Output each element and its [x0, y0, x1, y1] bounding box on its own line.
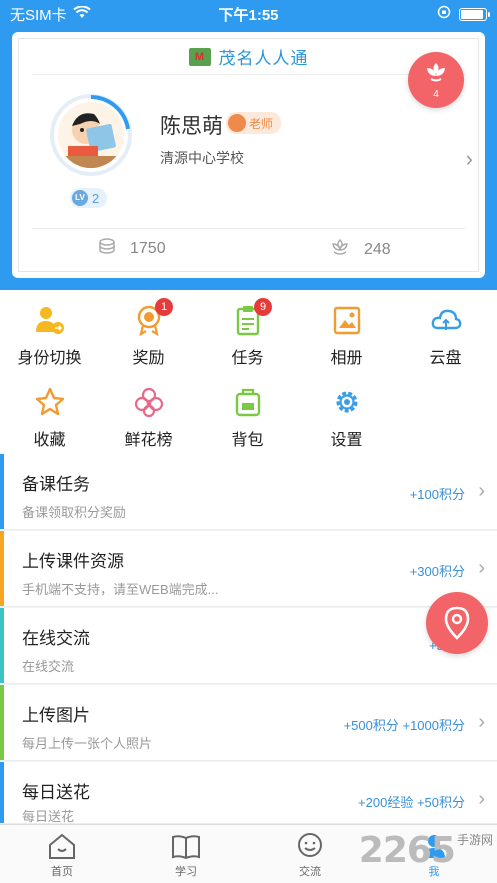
grid-label: 背包 [231, 432, 264, 449]
tab-study[interactable]: 学习 [156, 831, 216, 879]
grid-item-cloud-drive[interactable]: 云盘 [396, 296, 495, 372]
grid-item-settings[interactable]: 设置 [297, 378, 396, 454]
task-reward: +200经验 +50积分 [358, 795, 465, 810]
flowers-value: 248 [364, 240, 391, 258]
grid-label: 奖励 [132, 350, 165, 367]
task-item-lesson-prep[interactable]: 备课任务 备课领取积分奖励 +100积分 › [0, 454, 497, 530]
coins-icon [98, 238, 116, 259]
task-item-daily-flower[interactable]: 每日送花 每日送花 +200经验 +50积分 › [0, 762, 497, 824]
flowers-stat[interactable]: 248 [330, 238, 391, 261]
level-badge: LV 2 [70, 188, 108, 208]
avatar[interactable] [50, 94, 132, 176]
flower-icon [423, 61, 449, 88]
location-button[interactable] [426, 592, 488, 654]
grid-item-album[interactable]: 相册 [297, 296, 396, 372]
tab-chat[interactable]: 交流 [280, 831, 340, 879]
grid-label: 收藏 [33, 432, 66, 449]
task-color-bar [0, 762, 4, 823]
tasks-badge: 9 [254, 298, 272, 316]
tab-label: 学习 [175, 866, 197, 878]
grid-label: 鲜花榜 [124, 432, 173, 449]
watermark-number: 2265 [358, 830, 456, 871]
grid-item-rewards[interactable]: 1 奖励 [99, 296, 198, 372]
grid-item-backpack[interactable]: 背包 [198, 378, 297, 454]
watermark: 2265 手游网 [359, 830, 493, 871]
task-color-bar [0, 531, 4, 606]
task-item-online-chat[interactable]: 在线交流 在线交流 +50 [0, 608, 497, 684]
grid-label: 云盘 [429, 350, 462, 367]
task-color-bar [0, 608, 4, 683]
coins-value: 1750 [130, 239, 166, 257]
level-icon: LV [72, 190, 88, 206]
chevron-right-icon: › [478, 480, 485, 502]
grid-item-flower-ranking[interactable]: 鲜花榜 [99, 378, 198, 454]
chevron-right-icon: › [478, 788, 485, 810]
location-pin-icon [444, 606, 470, 640]
book-icon [172, 835, 200, 859]
task-reward: +300积分 [409, 564, 465, 579]
flower-outline-icon [330, 238, 350, 261]
school-name: 清源中心学校 [160, 150, 244, 166]
task-title: 备课任务 [22, 475, 90, 494]
star-icon [35, 387, 65, 416]
level-value: 2 [92, 190, 100, 206]
teacher-icon [228, 114, 246, 132]
home-icon [49, 833, 75, 859]
avatar-image [58, 102, 124, 168]
task-reward: +100积分 [409, 487, 465, 502]
user-name: 陈思萌 [160, 115, 223, 138]
tab-label: 首页 [51, 866, 73, 878]
role-badge: 老师 [226, 112, 282, 134]
task-title: 每日送花 [22, 783, 90, 802]
task-subtitle: 每日送花 [22, 809, 75, 824]
tab-home[interactable]: 首页 [32, 831, 92, 879]
task-subtitle: 手机端不支持，请至WEB端完成... [22, 582, 219, 597]
task-reward: +500积分 +1000积分 [343, 718, 465, 733]
task-subtitle: 备课领取积分奖励 [22, 505, 127, 520]
watermark-text: 手游网 [456, 833, 493, 847]
rewards-badge: 1 [155, 298, 173, 316]
status-bar: 无SIM卡 下午1:55 [0, 0, 497, 26]
cloud-icon [431, 309, 462, 330]
task-title: 上传课件资源 [22, 552, 124, 571]
flower-count: 4 [433, 88, 439, 100]
battery-icon [459, 7, 490, 21]
user-switch-icon [36, 307, 64, 334]
task-item-upload-courseware[interactable]: 上传课件资源 手机端不支持，请至WEB端完成... +300积分 › [0, 531, 497, 607]
grid-item-identity-switch[interactable]: 身份切换 [0, 296, 99, 372]
gear-icon [336, 391, 358, 413]
grid-label: 任务 [231, 350, 264, 367]
photo-album-icon [333, 306, 361, 335]
task-item-upload-photo[interactable]: 上传图片 每月上传一张个人照片 +500积分 +1000积分 › [0, 685, 497, 761]
divider [32, 228, 465, 229]
feature-grid: 身份切换 1 奖励 9 任务 相册 云盘 收藏 鲜花榜 背包 设置 [0, 290, 497, 454]
app-logo: M [188, 47, 211, 66]
app-name: 茂名人人通 [218, 49, 309, 68]
role-label: 老师 [249, 116, 274, 131]
grid-label: 身份切换 [17, 350, 82, 367]
divider [32, 74, 465, 75]
chevron-right-icon: › [478, 557, 485, 579]
chevron-right-icon[interactable]: › [466, 146, 473, 172]
backpack-icon [235, 388, 261, 417]
task-title: 在线交流 [22, 629, 90, 648]
grid-item-tasks[interactable]: 9 任务 [198, 296, 297, 372]
chat-icon [298, 833, 322, 857]
send-flower-button[interactable]: 4 [408, 52, 464, 108]
task-subtitle: 在线交流 [22, 659, 75, 674]
flower-icon [134, 387, 164, 418]
task-title: 上传图片 [22, 706, 90, 725]
coins-stat[interactable]: 1750 [98, 238, 166, 259]
status-time: 下午1:55 [218, 7, 279, 24]
tab-label: 交流 [299, 866, 321, 878]
orientation-lock-icon [437, 5, 451, 23]
grid-label: 设置 [330, 432, 363, 449]
task-color-bar [0, 685, 4, 760]
task-subtitle: 每月上传一张个人照片 [22, 736, 153, 751]
task-color-bar [0, 454, 4, 529]
chevron-right-icon: › [478, 711, 485, 733]
grid-label: 相册 [330, 350, 363, 367]
grid-item-favorites[interactable]: 收藏 [0, 378, 99, 454]
